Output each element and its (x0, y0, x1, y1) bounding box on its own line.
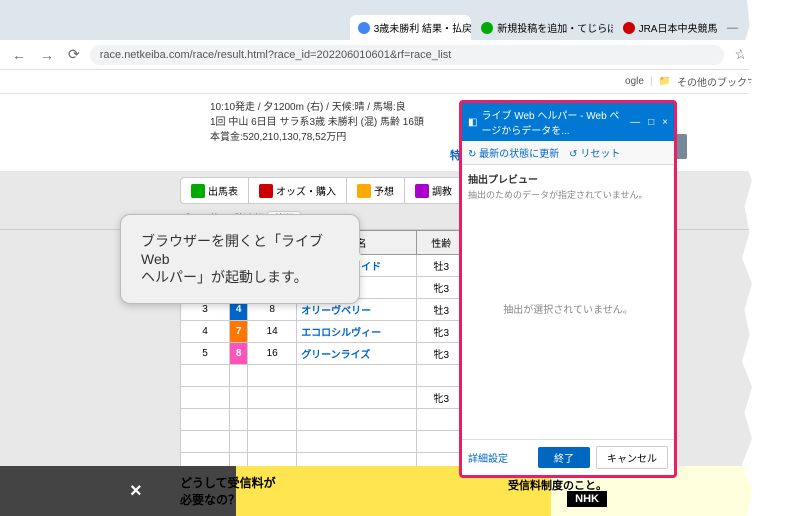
reset-button[interactable]: ↺ リセット (569, 145, 620, 160)
cell-rank (181, 365, 230, 387)
close-icon[interactable]: × (662, 117, 668, 128)
cell-num: 16 (248, 343, 297, 365)
minimize-icon[interactable]: — (630, 117, 640, 128)
race-tab[interactable]: 調教 (405, 178, 463, 203)
cell-frame (230, 409, 248, 431)
cell-rank (181, 409, 230, 431)
cell-rank (181, 387, 230, 409)
bookmark-bar: ogle | 📁 その他のブックマーク (0, 70, 787, 94)
cell-num (248, 387, 297, 409)
dialog-title: ライブ Web ヘルパー - Web ページからデータを... (481, 107, 626, 137)
callout-text: ヘルパー」が起動します。 (141, 267, 339, 287)
tab-title: 新規投稿を追加・てじらぼ (497, 20, 612, 35)
cell-frame (230, 365, 248, 387)
cell-frame (230, 431, 248, 453)
app-icon: ◧ (468, 117, 477, 128)
tab-icon (259, 184, 273, 198)
tab-icon (357, 184, 371, 198)
cell-rank: 5 (181, 343, 230, 365)
cell-num (248, 431, 297, 453)
race-tab[interactable]: 出馬表 (181, 178, 249, 203)
callout-text: ブラウザーを開くと「ライブWeb (141, 231, 339, 267)
cell-frame (230, 387, 248, 409)
cell-frame: 8 (230, 343, 248, 365)
race-tab[interactable]: オッズ・購入 (249, 178, 347, 203)
ok-button[interactable]: 終了 (538, 447, 590, 468)
cell-frame: 7 (230, 321, 248, 343)
cancel-button[interactable]: キャンセル (596, 446, 668, 469)
preview-title: 抽出プレビュー (468, 171, 668, 186)
tab-title: 3歳未勝利 結果・払戻 (374, 20, 472, 35)
refresh-button[interactable]: ↻ 最新の状態に更新 (468, 145, 559, 160)
forward-icon[interactable]: → (36, 47, 58, 63)
cell-horse[interactable]: グリーンライズ (297, 343, 417, 365)
back-icon[interactable]: ← (8, 47, 30, 63)
cell-horse[interactable]: エコロシルヴィー (297, 321, 417, 343)
tab-icon (191, 184, 205, 198)
tab-icon (415, 184, 429, 198)
url-bar: ← → ⟳ ☆ ⋮ (0, 40, 787, 70)
maximize-icon[interactable]: □ (648, 117, 654, 128)
cell-rank (181, 431, 230, 453)
browser-tab[interactable]: 新規投稿を追加・てじらぼ× (473, 15, 612, 40)
minimize-icon[interactable]: — (727, 22, 738, 34)
tab-label: 予想 (374, 183, 394, 198)
tab-label: 調教 (432, 183, 452, 198)
tab-title: JRA日本中央競馬会 (639, 20, 717, 35)
folder-icon: 📁 (659, 76, 671, 87)
preview-msg: 抽出のためのデータが指定されていません。 (468, 188, 668, 201)
banner-text: どうして受信料が (180, 474, 276, 491)
race-tab[interactable]: 予想 (347, 178, 405, 203)
dialog-titlebar[interactable]: ◧ ライブ Web ヘルパー - Web ページからデータを... — □ × (462, 103, 674, 141)
cell-num: 14 (248, 321, 297, 343)
cell-horse[interactable] (297, 431, 417, 453)
ogle-label: ogle (625, 76, 644, 87)
tab-label: 出馬表 (208, 183, 238, 198)
tooltip-callout: ブラウザーを開くと「ライブWeb ヘルパー」が起動します。 (120, 214, 360, 304)
browser-tab[interactable]: 3歳未勝利 結果・払戻× (350, 15, 472, 40)
browser-tab[interactable]: JRA日本中央競馬会 (615, 15, 717, 40)
reload-icon[interactable]: ⟳ (64, 46, 84, 63)
dialog-toolbar: ↻ 最新の状態に更新 ↺ リセット (462, 141, 674, 165)
nhk-logo: NHK (567, 491, 607, 507)
url-input[interactable] (90, 45, 725, 65)
browser-tab-strip: 3歳未勝利 結果・払戻× 新規投稿を追加・てじらぼ× JRA日本中央競馬会 — … (0, 0, 787, 40)
banner-text: 必要なの？ (180, 491, 276, 508)
dialog-body: 抽出プレビュー 抽出のためのデータが指定されていません。 抽出が選択されていませ… (462, 165, 674, 439)
cell-rank: 4 (181, 321, 230, 343)
live-web-helper-dialog: ◧ ライブ Web ヘルパー - Web ページからデータを... — □ × … (459, 100, 677, 478)
cell-horse[interactable] (297, 365, 417, 387)
cell-num (248, 365, 297, 387)
cell-horse[interactable] (297, 387, 417, 409)
cell-horse[interactable] (297, 409, 417, 431)
dialog-footer: 詳細設定 終了 キャンセル (462, 439, 674, 475)
cell-num (248, 409, 297, 431)
close-icon[interactable]: × (130, 480, 142, 503)
tab-label: オッズ・購入 (276, 183, 336, 198)
center-msg: 抽出が選択されていません。 (468, 301, 668, 316)
detail-link[interactable]: 詳細設定 (468, 450, 508, 465)
